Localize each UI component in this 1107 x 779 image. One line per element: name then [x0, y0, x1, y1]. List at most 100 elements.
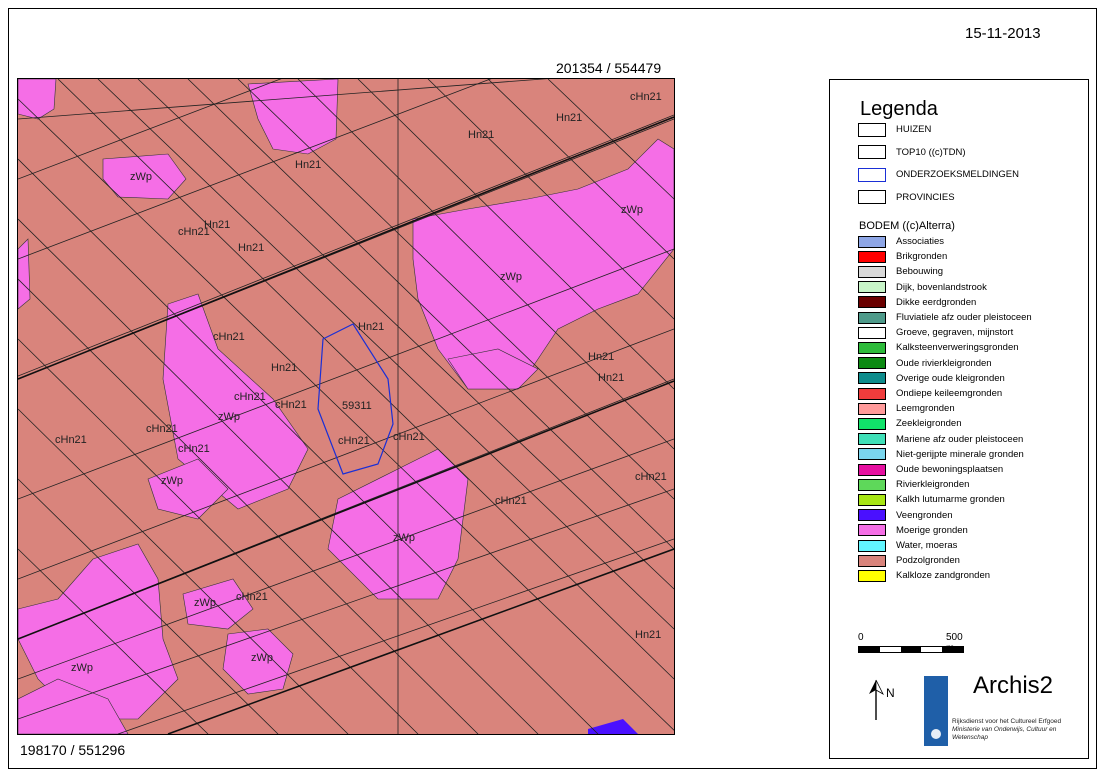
north-arrow-icon: [869, 679, 884, 720]
legend-label: HUIZEN: [896, 124, 932, 135]
org-line: Wetenschap: [952, 734, 989, 741]
legend-swatch: [858, 569, 886, 582]
legend-bodem-row: Leemgronden: [858, 401, 955, 416]
legend-swatch: [858, 493, 886, 506]
map-label: Hn21: [204, 219, 231, 231]
scale-bar-graphic: [858, 646, 964, 653]
map-label: zWp: [393, 532, 415, 544]
legend-swatch: [858, 250, 886, 263]
legend-label: Zeekleigronden: [896, 418, 962, 430]
map-label: Hn21: [635, 629, 662, 641]
map-label: Hn21: [556, 112, 583, 124]
legend-swatch: [858, 554, 886, 567]
legend-bodem-row: Ondiepe keileemgronden: [858, 386, 1002, 401]
map-label: Hn21: [588, 351, 615, 363]
map-label: Hn21: [468, 129, 495, 141]
legend-swatch: [858, 448, 886, 461]
legend-label: Niet-gerijpte minerale gronden: [896, 448, 1024, 460]
legend-label: Podzolgronden: [896, 555, 960, 567]
print-date: 15-11-2013: [965, 25, 1041, 42]
legend-label: Groeve, gegraven, mijnstort: [896, 327, 1014, 339]
map-label: cHn21: [236, 591, 268, 603]
legend-bodem-row: Veengronden: [858, 508, 953, 523]
legend-label: Dikke eerdgronden: [896, 296, 977, 308]
north-label: N: [886, 686, 895, 700]
organisation-text: Rijksdienst voor het Cultureel Erfgoed M…: [952, 718, 1061, 742]
map-label: Hn21: [295, 159, 322, 171]
scale-start: 0: [858, 632, 864, 643]
legend-label: Oude bewoningsplaatsen: [896, 464, 1004, 475]
org-line: Ministerie van Onderwijs, Cultuur en: [952, 726, 1057, 733]
map-label: Hn21: [238, 242, 265, 254]
legend-bodem-row: Overige oude kleigronden: [858, 371, 1005, 386]
legend-bodem-row: Kalkh lutumarme gronden: [858, 492, 1005, 507]
legend-bodem-row: Groeve, gegraven, mijnstort: [858, 325, 1013, 340]
legend-swatch: [858, 509, 886, 522]
map-label: Hn21: [358, 321, 385, 333]
map-label: cHn21: [338, 435, 370, 447]
legend-swatch: [858, 372, 886, 385]
legend-swatch: [858, 167, 886, 182]
legend-label: ONDERZOEKSMELDINGEN: [896, 169, 1019, 180]
legend-swatch: [858, 417, 886, 430]
map-label: zWp: [130, 171, 152, 183]
legend-label: Kalkloze zandgronden: [896, 570, 991, 582]
bodem-title: BODEM ((c)Alterra): [859, 220, 955, 232]
legend-layer-row: TOP10 ((c)TDN): [858, 145, 966, 160]
map-label: zWp: [218, 411, 240, 423]
coordinate-bottom-left: 198170 / 551296: [20, 742, 126, 758]
legend-bodem-row: Bebouwing: [858, 264, 943, 279]
legend-bodem-row: Associaties: [858, 234, 944, 249]
legend-label: Associaties: [896, 236, 945, 247]
map-label: cHn21: [234, 391, 266, 403]
legend-bodem-row: Water, moeras: [858, 538, 957, 553]
legend-swatch: [858, 311, 886, 324]
legend-swatch: [858, 478, 886, 491]
legend-swatch: [858, 190, 886, 204]
north-arrow: N: [866, 678, 896, 728]
legend-panel: Legenda HUIZEN TOP10 ((c)TDN) ONDERZOEKSME…: [829, 79, 1089, 759]
map-label: cHn21: [630, 91, 662, 103]
legend-swatch: [858, 281, 886, 294]
legend-bodem-row: Oude rivierkleigronden: [858, 356, 992, 371]
legend-label: Leemgronden: [896, 403, 955, 415]
legend-label: Bebouwing: [896, 266, 944, 278]
legend-swatch: [858, 341, 886, 354]
legend-layer-row: PROVINCIES: [858, 190, 955, 205]
coordinate-top-right: 201354 / 554479: [556, 60, 662, 76]
legend-label: Water, moeras: [896, 540, 958, 551]
legend-bodem-row: Zeekleigronden: [858, 416, 962, 431]
legend-layer-row: HUIZEN: [858, 122, 931, 137]
legend-bodem-row: Kalksteenverweringsgronden: [858, 340, 1019, 355]
legend-label: Kalksteenverweringsgronden: [896, 342, 1019, 354]
legend-label: Overige oude kleigronden: [896, 372, 1005, 384]
legend-bodem-row: Fluviatiele afz ouder pleistoceen: [858, 310, 1032, 325]
legend-label: Oude rivierkleigronden: [896, 357, 992, 369]
legend-label: Ondiepe keileemgronden: [896, 388, 1003, 399]
map-label: cHn21: [495, 495, 527, 507]
crest-icon: [931, 729, 941, 739]
legend-bodem-row: Oude bewoningsplaatsen: [858, 462, 1003, 477]
legend-layer-row: ONDERZOEKSMELDINGEN: [858, 167, 1019, 182]
legend-label: Moerige gronden: [896, 524, 968, 536]
legend-bodem-row: Dikke eerdgronden: [858, 295, 976, 310]
app-name: Archis2: [973, 672, 1054, 699]
map-label: cHn21: [275, 399, 307, 411]
map-label: cHn21: [393, 431, 425, 443]
legend-bodem-row: Mariene afz ouder pleistoceen: [858, 432, 1023, 447]
map-label: cHn21: [213, 331, 245, 343]
map-label: 59311: [342, 400, 372, 412]
map-label: zWp: [194, 597, 216, 609]
legend-bodem-row: Kalkloze zandgronden: [858, 568, 990, 583]
legend-swatch: [858, 145, 886, 159]
soil-map[interactable]: cHn21 Hn21 Hn21 zWp Hn21 zWp cHn21 Hn21 …: [17, 78, 675, 735]
scale-bar: 0 500 m: [858, 632, 968, 658]
map-label: zWp: [161, 475, 183, 487]
map-label: Hn21: [598, 372, 625, 384]
legend-label: PROVINCIES: [896, 191, 955, 203]
legend-swatch: [858, 539, 886, 552]
map-label: cHn21: [55, 434, 87, 446]
legend-label: Dijk, bovenlandstrook: [896, 281, 987, 293]
map-label: zWp: [251, 652, 273, 664]
legend-swatch: [858, 387, 886, 400]
